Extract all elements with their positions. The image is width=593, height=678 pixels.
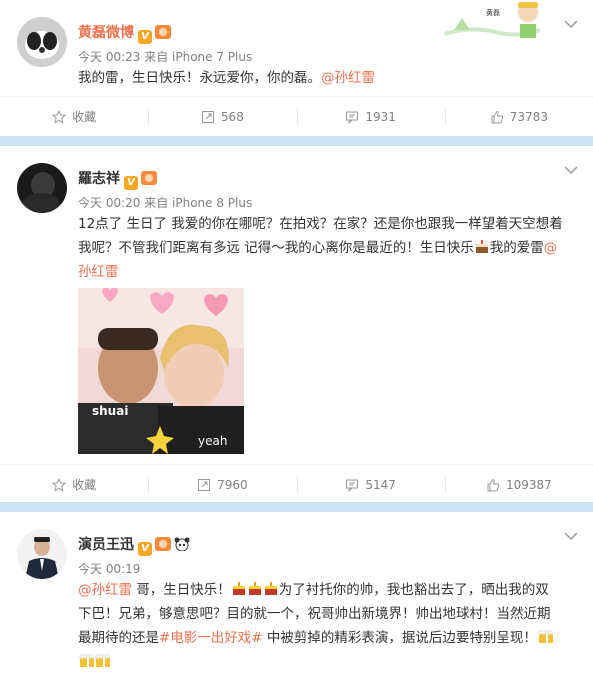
post-line: 下巴！兄弟，够意思吧？目的就一个，祝哥帅出新境界！帅出地球村！当然近期 xyxy=(78,606,551,622)
photo-caption: yeah xyxy=(198,434,228,448)
comment-count: 1931 xyxy=(365,109,396,124)
cake-emoji-icon xyxy=(264,582,277,595)
cake-emoji-icon xyxy=(248,582,261,595)
member-icon xyxy=(141,171,157,185)
post-line: 最期待的还是#电影一出好戏# 中被剪掉的精彩表演，据说后边要特别呈现！ xyxy=(78,626,578,650)
like-button[interactable]: 73783 xyxy=(444,97,593,136)
post-text: 我的雷，生日快乐！永远爱你，你的磊。@孙红雷 xyxy=(78,66,578,90)
photo-caption: shuai xyxy=(92,404,129,418)
chevron-down-icon[interactable] xyxy=(564,531,578,541)
favorite-button[interactable]: 收藏 xyxy=(0,97,148,136)
username[interactable]: 羅志祥 V xyxy=(78,168,157,190)
repost-count: 7960 xyxy=(217,477,248,492)
repost-icon xyxy=(198,478,211,491)
verified-icon: V xyxy=(138,30,152,44)
comment-icon xyxy=(346,479,359,492)
avatar[interactable] xyxy=(17,17,67,67)
username-text[interactable]: 演员王迅 xyxy=(78,537,134,553)
action-bar: 收藏 568 1931 73783 xyxy=(0,96,593,136)
post-card: 黄磊微博 V 今天 00:23 来自 iPhone 7 Plus 黄磊 我的雷，生… xyxy=(0,0,593,136)
post-body: 我的爱雷 xyxy=(489,240,544,256)
comment-icon xyxy=(346,111,359,124)
avatar-image xyxy=(17,17,67,67)
repost-icon xyxy=(201,110,214,123)
repost-button[interactable]: 568 xyxy=(148,97,296,136)
mention-link[interactable]: @孙红雷 xyxy=(321,70,375,86)
action-bar: 收藏 7960 5147 109387 xyxy=(0,464,593,504)
like-button[interactable]: 109387 xyxy=(444,465,593,504)
username-text[interactable]: 黄磊微博 xyxy=(78,25,134,41)
comment-count: 5147 xyxy=(365,477,396,492)
repost-count: 568 xyxy=(220,109,244,124)
card-banner-decoration xyxy=(444,2,540,38)
post-line: 我呢？不管我们距离有多远 记得～我的心离你是最近的！生日快乐 我的爱雷@ xyxy=(78,236,578,260)
star-icon xyxy=(52,109,67,124)
cake-emoji-icon xyxy=(232,582,245,595)
username[interactable]: 黄磊微博 V xyxy=(78,22,171,44)
post-body: 最期待的还是 xyxy=(78,630,159,646)
avatar[interactable] xyxy=(17,529,67,579)
panda-icon xyxy=(174,537,190,551)
member-icon xyxy=(155,537,171,551)
favorite-label: 收藏 xyxy=(72,478,97,492)
mention-link[interactable]: 孙红雷 xyxy=(78,260,578,284)
post-card: 羅志祥 V 今天 00:20 来自 iPhone 8 Plus 12点了 生日了 … xyxy=(0,146,593,502)
post-body: 我的雷，生日快乐！永远爱你，你的磊。 xyxy=(78,70,321,86)
post-time: 今天 00:19 xyxy=(78,562,141,576)
member-icon xyxy=(155,25,171,39)
favorite-label: 收藏 xyxy=(72,110,97,124)
verified-icon: V xyxy=(124,176,138,190)
avatar-image xyxy=(17,529,67,579)
repost-button[interactable]: 7960 xyxy=(148,465,296,504)
beer-emoji-icon xyxy=(95,654,110,667)
avatar-image xyxy=(17,163,67,213)
star-icon xyxy=(52,477,67,492)
comment-button[interactable]: 1931 xyxy=(296,97,445,136)
post-body: 为了衬托你的帅，我也豁出去了，晒出我的双 xyxy=(278,582,549,598)
banner-label: 黄磊 xyxy=(486,9,500,17)
beer-emoji-icon xyxy=(79,654,94,667)
post-line xyxy=(78,650,578,674)
post-text: 12点了 生日了 我爱的你在哪呢？在拍戏？在家？还是你也跟我一样望着天空想着 我… xyxy=(78,212,578,284)
avatar[interactable] xyxy=(17,163,67,213)
favorite-button[interactable]: 收藏 xyxy=(0,465,148,504)
chevron-down-icon[interactable] xyxy=(564,165,578,175)
cake-emoji-icon xyxy=(475,240,488,253)
thumbs-up-icon xyxy=(487,478,500,491)
post-time: 今天 00:23 来自 iPhone 7 Plus xyxy=(78,50,253,64)
post-text: @孙红雷 哥，生日快乐！ 为了衬托你的帅，我也豁出去了，晒出我的双 下巴！兄弟，够… xyxy=(78,578,578,674)
post-line: @孙红雷 哥，生日快乐！ 为了衬托你的帅，我也豁出去了，晒出我的双 xyxy=(78,578,578,602)
hashtag-link[interactable]: #电影一出好戏# xyxy=(159,630,263,646)
thumbs-up-icon xyxy=(491,110,503,123)
like-count: 109387 xyxy=(505,477,552,492)
photo-image xyxy=(78,288,244,454)
post-photo[interactable]: shuai yeah xyxy=(78,288,244,454)
post-card: 演员王迅 V 今天 00:19 @孙红雷 哥，生日快乐！ 为了衬托你的帅，我也豁出去… xyxy=(0,512,593,678)
username-text[interactable]: 羅志祥 xyxy=(78,171,120,187)
beer-emoji-icon xyxy=(538,630,553,643)
comment-button[interactable]: 5147 xyxy=(296,465,445,504)
username[interactable]: 演员王迅 V xyxy=(78,534,190,556)
post-body: 我呢？不管我们距离有多远 记得～我的心离你是最近的！生日快乐 xyxy=(78,240,474,256)
separator xyxy=(0,502,593,512)
mention-link[interactable]: @ xyxy=(544,240,558,256)
post-time: 今天 00:20 来自 iPhone 8 Plus xyxy=(78,196,253,210)
post-body: 中被剪掉的精彩表演，据说后边要特别呈现！ xyxy=(262,630,537,646)
like-count: 73783 xyxy=(509,109,548,124)
post-body: 哥，生日快乐！ xyxy=(132,582,231,598)
verified-icon: V xyxy=(138,542,152,556)
post-line: 12点了 生日了 我爱的你在哪呢？在拍戏？在家？还是你也跟我一样望着天空想着 xyxy=(78,216,563,232)
mention-link[interactable]: @孙红雷 xyxy=(78,582,132,598)
chevron-down-icon[interactable] xyxy=(564,19,578,29)
